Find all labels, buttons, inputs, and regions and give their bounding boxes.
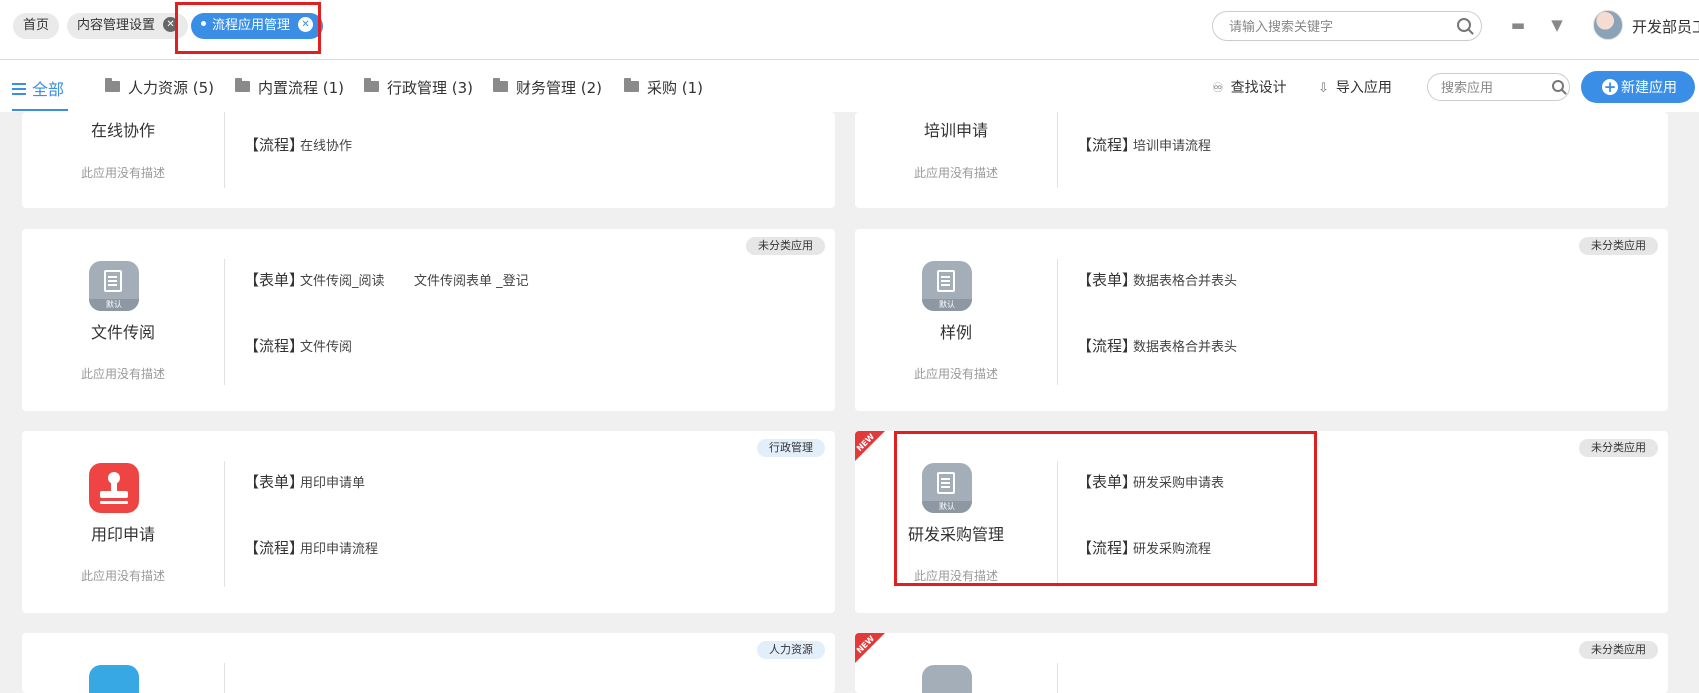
close-icon[interactable]: ✕ — [298, 17, 314, 32]
folder-icon — [624, 78, 639, 92]
category-badge: 未分类应用 — [746, 237, 825, 255]
app-desc: 此应用没有描述 — [80, 367, 165, 381]
category-badge: 未分类应用 — [1579, 439, 1658, 457]
close-icon[interactable]: ✕ — [163, 17, 179, 32]
binoculars-icon: ♾ — [1212, 81, 1224, 96]
app-card-sample[interactable]: 未分类应用 默认 样例 此应用没有描述 【表单】 数据表格合并表头 【流程】 数… — [855, 229, 1668, 411]
app-desc: 此应用没有描述 — [913, 569, 998, 583]
process-link[interactable]: 研发采购流程 — [1133, 538, 1211, 557]
category-badge: 人力资源 — [757, 641, 825, 659]
process-label: 【流程】 — [244, 136, 305, 154]
category-finance[interactable]: 财务管理 (2) — [493, 77, 602, 98]
default-app-icon: 默认 — [922, 261, 972, 311]
app-card-unclassified[interactable]: NEW 未分类应用 — [855, 633, 1668, 693]
category-badge: 未分类应用 — [1579, 641, 1658, 659]
app-name: 在线协作 — [90, 121, 155, 140]
plus-icon: + — [1602, 78, 1618, 96]
process-link[interactable]: 培训申请流程 — [1133, 135, 1211, 154]
app-search[interactable] — [1427, 73, 1570, 101]
app-desc: 此应用没有描述 — [80, 166, 165, 180]
app-card-hr[interactable]: 人力资源 — [22, 633, 835, 693]
app-desc: 此应用没有描述 — [80, 569, 165, 583]
form-label: 【表单】 — [1077, 473, 1138, 491]
tab-home[interactable]: 首页 — [13, 13, 60, 39]
category-builtin-process[interactable]: 内置流程 (1) — [235, 77, 344, 98]
form-link[interactable]: 研发采购申请表 — [1133, 472, 1224, 491]
search-icon[interactable] — [1457, 18, 1471, 32]
global-search-input[interactable] — [1227, 17, 1451, 37]
active-category-underline — [12, 109, 68, 111]
new-app-button[interactable]: + 新建应用 — [1581, 71, 1695, 103]
active-dot-icon — [201, 21, 206, 26]
folder-icon — [364, 78, 379, 92]
app-card-doc-circulation[interactable]: 未分类应用 默认 文件传阅 此应用没有描述 【表单】 文件传阅_阅读 文件传阅表… — [22, 229, 835, 411]
form-label: 【表单】 — [244, 271, 305, 289]
form-link[interactable]: 文件传阅表单 _登记 — [414, 270, 529, 289]
folder-icon — [105, 78, 120, 92]
app-name: 研发采购管理 — [907, 525, 1004, 544]
app-name: 样例 — [939, 323, 972, 342]
form-label: 【表单】 — [244, 473, 305, 491]
app-icon — [89, 665, 139, 693]
tab-content-settings[interactable]: 内容管理设置 ✕ — [67, 13, 189, 39]
category-badge: 未分类应用 — [1579, 237, 1658, 255]
process-label: 【流程】 — [1077, 337, 1138, 355]
process-label: 【流程】 — [244, 337, 305, 355]
card-divider — [1057, 259, 1058, 385]
process-link[interactable]: 在线协作 — [300, 135, 352, 154]
folder-icon — [493, 78, 508, 92]
app-name: 文件传阅 — [90, 323, 155, 342]
app-card-training[interactable]: 培训申请 此应用没有描述 【流程】 培训申请流程 — [855, 112, 1668, 208]
stamp-icon — [89, 463, 139, 513]
app-name: 用印申请 — [90, 525, 155, 544]
list-icon — [12, 80, 26, 98]
tab-process-app-management[interactable]: 流程应用管理 ✕ — [191, 13, 324, 39]
find-design-button[interactable]: ♾ 查找设计 — [1212, 77, 1287, 97]
card-divider — [1057, 663, 1058, 693]
app-desc: 此应用没有描述 — [913, 166, 998, 180]
user-name[interactable]: 开发部员工 — [1632, 16, 1699, 37]
category-badge: 行政管理 — [757, 439, 825, 457]
app-card-rd-purchase[interactable]: NEW 未分类应用 默认 研发采购管理 此应用没有描述 【表单】 研发采购申请表… — [855, 431, 1668, 613]
default-app-icon: 默认 — [922, 463, 972, 513]
form-link[interactable]: 用印申请单 — [300, 472, 365, 491]
card-divider — [1057, 461, 1058, 587]
top-bar: 首页 内容管理设置✕ 流程应用管理✕ ▬ ▼ 开发部员工 — [0, 0, 1699, 60]
form-link[interactable]: 文件传阅_阅读 — [300, 270, 385, 289]
message-icon[interactable]: ▬ — [1509, 17, 1527, 33]
app-card-online-collab[interactable]: 在线协作 此应用没有描述 【流程】 在线协作 — [22, 112, 835, 208]
card-divider — [224, 663, 225, 693]
default-app-icon: 默认 — [89, 261, 139, 311]
search-icon[interactable] — [1552, 80, 1564, 92]
card-divider — [224, 461, 225, 587]
folder-icon — [235, 78, 250, 92]
app-card-seal-request[interactable]: 行政管理 用印申请 此应用没有描述 【表单】 用印申请单 【流程】 用印申请流程 — [22, 431, 835, 613]
global-search[interactable] — [1212, 11, 1482, 41]
process-label: 【流程】 — [1077, 136, 1138, 154]
card-divider — [224, 259, 225, 385]
card-divider — [1057, 112, 1058, 188]
process-link[interactable]: 用印申请流程 — [300, 538, 378, 557]
default-app-icon — [922, 665, 972, 693]
process-link[interactable]: 文件传阅 — [300, 336, 352, 355]
process-label: 【流程】 — [244, 539, 305, 557]
category-admin[interactable]: 行政管理 (3) — [364, 77, 473, 98]
avatar[interactable] — [1593, 10, 1623, 40]
card-divider — [224, 112, 225, 188]
app-desc: 此应用没有描述 — [913, 367, 998, 381]
shirt-icon[interactable]: ▼ — [1548, 17, 1566, 33]
import-icon: ⇩ — [1318, 81, 1329, 96]
process-label: 【流程】 — [1077, 539, 1138, 557]
category-purchase[interactable]: 采购 (1) — [624, 77, 703, 98]
import-app-button[interactable]: ⇩ 导入应用 — [1318, 77, 1392, 97]
category-hr[interactable]: 人力资源 (5) — [105, 77, 214, 98]
form-link[interactable]: 数据表格合并表头 — [1133, 270, 1237, 289]
category-all[interactable]: 全部 — [12, 76, 64, 100]
app-search-input[interactable] — [1439, 79, 1548, 97]
form-label: 【表单】 — [1077, 271, 1138, 289]
category-bar: 全部 人力资源 (5) 内置流程 (1) 行政管理 (3) 财务管理 (2) 采… — [0, 60, 1699, 112]
app-name: 培训申请 — [923, 121, 988, 140]
process-link[interactable]: 数据表格合并表头 — [1133, 336, 1237, 355]
